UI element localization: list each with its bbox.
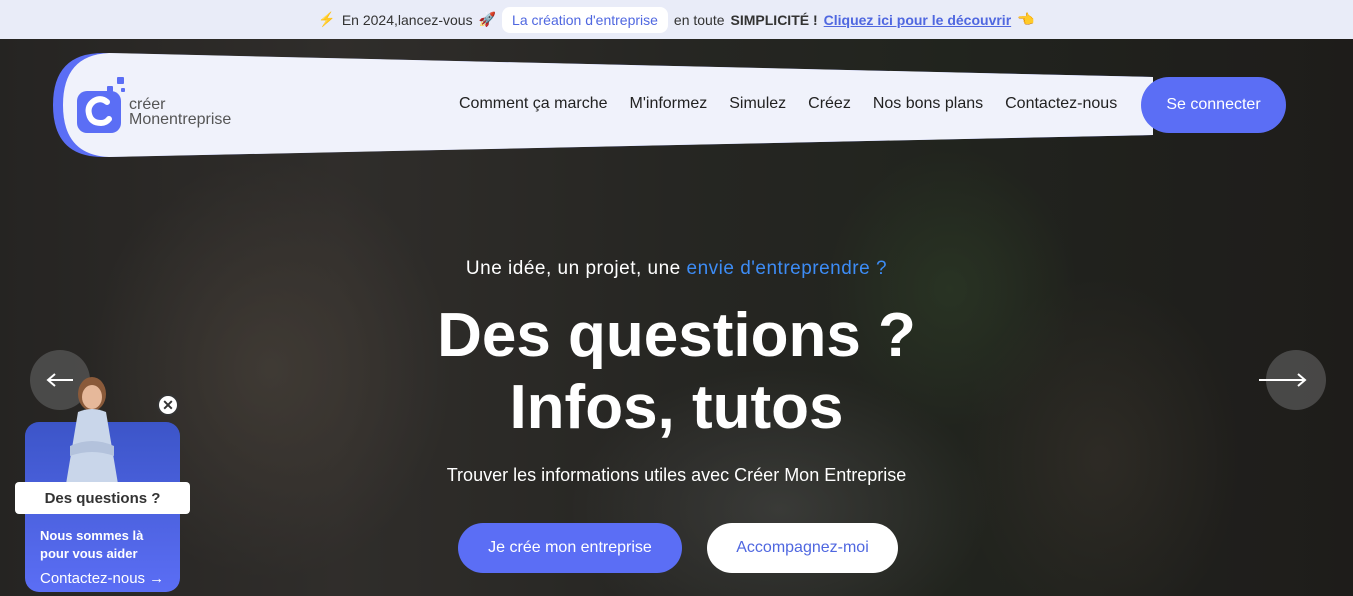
announcement-prefix: En 2024,lancez-vous <box>341 11 473 28</box>
nav-item-minformez[interactable]: M'informez <box>630 95 708 113</box>
nav-item-contact[interactable]: Contactez-nous <box>1005 95 1117 113</box>
hero-subtitle: Trouver les informations utiles avec Cré… <box>446 465 907 485</box>
arrow-right-small-icon: → <box>149 570 165 587</box>
logo-line2: Monentreprise <box>129 111 232 128</box>
nav-item-creez[interactable]: Créez <box>808 95 851 113</box>
chat-close-button[interactable]: ✕ <box>157 394 179 416</box>
logo-mark-icon <box>77 77 125 135</box>
announcement-bar: ⚡ En 2024,lancez-vous 🚀 La création d'en… <box>0 0 1353 39</box>
hero-headline: Des questions ? Infos, tutos <box>0 300 1353 444</box>
announcement-middle: en toute <box>673 11 725 28</box>
main-menu: Comment ça marche M'informez Simulez Cré… <box>459 95 1117 113</box>
header-nav: créer Monentreprise Comment ça marche M'… <box>53 51 1286 159</box>
tagline-highlight: envie d'entreprendre ? <box>686 258 888 279</box>
support-agent-avatar <box>66 377 118 484</box>
login-button[interactable]: Se connecter <box>1141 77 1286 133</box>
bolt-icon: ⚡ <box>318 11 336 27</box>
headline-line1: Des questions ? <box>437 301 916 370</box>
nav-item-bons-plans[interactable]: Nos bons plans <box>873 95 983 113</box>
close-icon: ✕ <box>162 397 174 413</box>
nav-item-simulez[interactable]: Simulez <box>729 95 786 113</box>
accompany-me-button[interactable]: Accompagnez-moi <box>707 523 898 573</box>
headline-line2: Infos, tutos <box>509 373 844 442</box>
slider-next-button[interactable] <box>1259 350 1326 410</box>
tagline-start: Une idée, un projet, une <box>465 258 687 279</box>
chat-contact-link[interactable]: Contactez-nous → <box>40 570 164 587</box>
hero-tagline: Une idée, un projet, une envie d'entrepr… <box>0 258 1353 280</box>
chat-contact-label: Contactez-nous <box>40 570 146 587</box>
logo-line1: créer <box>129 96 166 113</box>
pointing-hand-icon: 👈 <box>1017 11 1035 27</box>
chat-question-label: Des questions ? <box>15 482 190 514</box>
create-company-button[interactable]: Je crée mon entreprise <box>458 523 682 573</box>
announcement-pill[interactable]: La création d'entreprise <box>502 6 668 33</box>
rocket-icon: 🚀 <box>478 11 497 27</box>
chat-help-text: Nous sommes là pour vous aider <box>40 528 144 561</box>
nav-item-comment-ca-marche[interactable]: Comment ça marche <box>459 95 608 113</box>
logo[interactable]: créer Monentreprise <box>77 77 231 135</box>
arrow-right-icon <box>1259 373 1307 387</box>
announcement-emphasis: SIMPLICITÉ ! <box>730 11 818 28</box>
announcement-link[interactable]: Cliquez ici pour le découvrir <box>824 12 1011 28</box>
